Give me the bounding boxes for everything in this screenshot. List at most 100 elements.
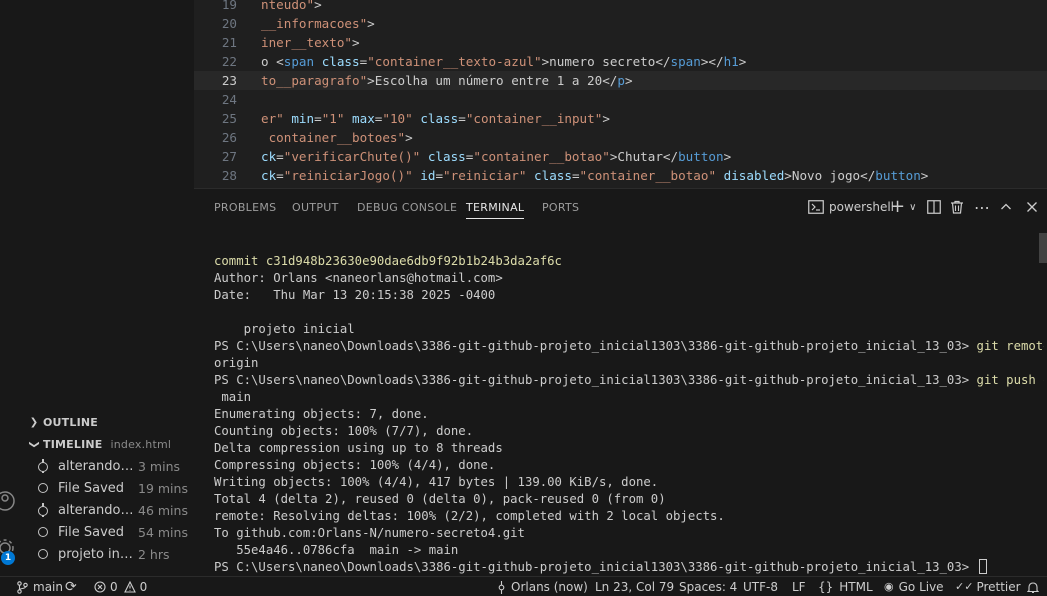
- terminal-line: To github.com:Orlans-N/numero-secreto4.g…: [214, 525, 1044, 542]
- code-token: o <: [261, 54, 284, 69]
- terminal-line: PS C:\Users\naneo\Downloads\3386-git-git…: [214, 372, 1044, 389]
- tab-ports[interactable]: PORTS: [542, 201, 579, 214]
- problems-indicator[interactable]: 0 0: [94, 579, 147, 595]
- git-branch-icon: [17, 580, 28, 594]
- code-token: disabled: [723, 168, 785, 183]
- notifications-button[interactable]: [1027, 579, 1039, 595]
- code-token: >: [624, 73, 633, 88]
- code-line[interactable]: 24: [194, 90, 1047, 109]
- code-token: button: [875, 168, 921, 183]
- code-line[interactable]: 25 er" min="1" max="10" class="container_…: [194, 109, 1047, 128]
- code-token: >: [314, 0, 322, 12]
- go-live-button[interactable]: ◉ Go Live: [884, 579, 944, 595]
- terminal-line: Counting objects: 100% (7/7), done.: [214, 423, 1044, 440]
- code-token: =: [314, 111, 322, 126]
- line-code: ck="reiniciarJogo()" id="reiniciar" clas…: [261, 166, 928, 185]
- chevron-down-icon[interactable]: ∨: [909, 202, 916, 213]
- terminal-text: Total 4 (delta 2), reused 0 (delta 0), p…: [214, 492, 666, 506]
- terminal-line: PS C:\Users\naneo\Downloads\3386-git-git…: [214, 559, 1044, 576]
- tab-problems[interactable]: PROBLEMS: [214, 201, 276, 214]
- code-editor[interactable]: 19 nteudo"> 20 __informacoes"> 21 iner__texto…: [194, 0, 1047, 188]
- code-line[interactable]: 26 container__botoes">: [194, 128, 1047, 147]
- terminal-text: Counting objects: 100% (7/7), done.: [214, 424, 474, 438]
- chevron-up-icon: [1001, 203, 1011, 210]
- eol-setting[interactable]: LF: [792, 579, 806, 595]
- go-live-label: Go Live: [898, 580, 944, 594]
- timeline-item-time: 2 hrs: [138, 546, 170, 562]
- code-token: >: [602, 111, 610, 126]
- code-line[interactable]: 28 ck="reiniciarJogo()" id="reiniciar" cl…: [194, 166, 1047, 185]
- code-token: >: [405, 130, 413, 145]
- line-code: __informacoes">: [261, 14, 375, 33]
- prettier-button[interactable]: ✓✓ Prettier: [955, 579, 1021, 595]
- circle-icon: [38, 527, 48, 537]
- terminal-line: PS C:\Users\naneo\Downloads\3386-git-git…: [214, 338, 1044, 355]
- terminal-output[interactable]: commit c31d948b23630e90dae6db9f92b1b24b3…: [214, 253, 1044, 576]
- timeline-item[interactable]: alterando li...46 mins: [25, 499, 194, 521]
- branch-indicator[interactable]: main: [17, 579, 63, 595]
- code-token: __informacoes": [261, 16, 368, 31]
- code-line[interactable]: 21 iner__texto">: [194, 33, 1047, 52]
- terminal-text: To github.com:Orlans-N/numero-secreto4.g…: [214, 526, 525, 540]
- timeline-item-time: 46 mins: [138, 502, 188, 518]
- terminal-cursor: [978, 559, 987, 574]
- terminal-text: PS C:\Users\naneo\Downloads\3386-git-git…: [214, 373, 977, 387]
- code-token: "container__input": [465, 111, 603, 126]
- code-token: class: [321, 54, 360, 69]
- tab-output[interactable]: OUTPUT: [292, 201, 339, 214]
- code-token: class: [420, 111, 459, 126]
- indentation-setting[interactable]: Spaces: 4: [679, 579, 737, 595]
- terminal-line: commit c31d948b23630e90dae6db9f92b1b24b3…: [214, 253, 1044, 270]
- maximize-panel-button[interactable]: [1000, 197, 1012, 217]
- timeline-item-time: 54 mins: [138, 524, 188, 540]
- code-line[interactable]: 27 ck="verificarChute()" class="container…: [194, 147, 1047, 166]
- cursor-position[interactable]: Ln 23, Col 79: [595, 579, 674, 595]
- encoding-setting[interactable]: UTF-8: [743, 579, 778, 595]
- timeline-item-label: File Saved: [58, 524, 125, 540]
- code-line[interactable]: 23 to__paragrafo">Escolha um número entre…: [194, 71, 1047, 90]
- language-mode[interactable]: {} HTML: [818, 579, 873, 595]
- outline-label: OUTLINE: [43, 415, 99, 429]
- split-terminal-button[interactable]: [927, 197, 941, 217]
- kill-terminal-button[interactable]: [950, 197, 964, 217]
- terminal-shell-selector[interactable]: powershell: [808, 197, 894, 217]
- terminal-text: PS C:\Users\naneo\Downloads\3386-git-git…: [214, 339, 977, 353]
- sidebar: ❯ OUTLINE ❯ TIMELINE index.html alterand…: [25, 0, 194, 576]
- code-token: h1: [723, 54, 739, 69]
- code-line[interactable]: 19 nteudo">: [194, 0, 1047, 14]
- braces-icon: {}: [818, 580, 834, 594]
- account-icon[interactable]: [0, 488, 25, 514]
- blame-author: Orlans (now): [511, 580, 588, 594]
- code-token: =: [435, 168, 444, 183]
- new-terminal-button[interactable]: + ∨: [890, 197, 916, 217]
- code-token: span: [283, 54, 315, 69]
- tab-terminal[interactable]: TERMINAL: [466, 201, 525, 219]
- more-actions-icon[interactable]: ⋯: [974, 197, 991, 217]
- timeline-item[interactable]: File Saved 54 mins: [25, 521, 194, 543]
- git-commit-icon: [37, 459, 49, 473]
- line-code: iner__texto">: [261, 33, 360, 52]
- code-line[interactable]: 22 o <span class="container__texto-azul">…: [194, 52, 1047, 71]
- trash-icon: [951, 200, 963, 214]
- timeline-section-header[interactable]: ❯ TIMELINE index.html: [25, 433, 194, 455]
- code-token: max: [352, 111, 375, 126]
- activity-bar: 1: [0, 0, 25, 576]
- tab-debug-console[interactable]: DEBUG CONSOLE: [357, 201, 457, 214]
- bottom-panel: PROBLEMS OUTPUT DEBUG CONSOLE TERMINAL P…: [194, 188, 1047, 576]
- code-token: "reiniciarJogo()": [283, 168, 413, 183]
- code-token: span: [670, 54, 701, 69]
- timeline-item[interactable]: alterando li...3 mins: [25, 455, 194, 477]
- terminal-text: remote: Resolving deltas: 100% (2/2), co…: [214, 509, 725, 523]
- close-panel-button[interactable]: [1026, 197, 1038, 217]
- line-number: 19: [221, 0, 237, 12]
- git-blame-indicator[interactable]: Orlans (now): [497, 579, 588, 595]
- timeline-item[interactable]: File Saved 19 mins: [25, 477, 194, 499]
- chevron-right-icon: ❯: [29, 416, 39, 428]
- sync-icon: ⟳: [65, 579, 77, 595]
- code-line[interactable]: 20 __informacoes">: [194, 14, 1047, 33]
- timeline-item-label: File Saved: [58, 480, 125, 496]
- sync-button[interactable]: ⟳: [65, 579, 77, 595]
- timeline-item[interactable]: projeto inicial...2 hrs: [25, 543, 194, 565]
- outline-section-header[interactable]: ❯ OUTLINE: [25, 411, 194, 433]
